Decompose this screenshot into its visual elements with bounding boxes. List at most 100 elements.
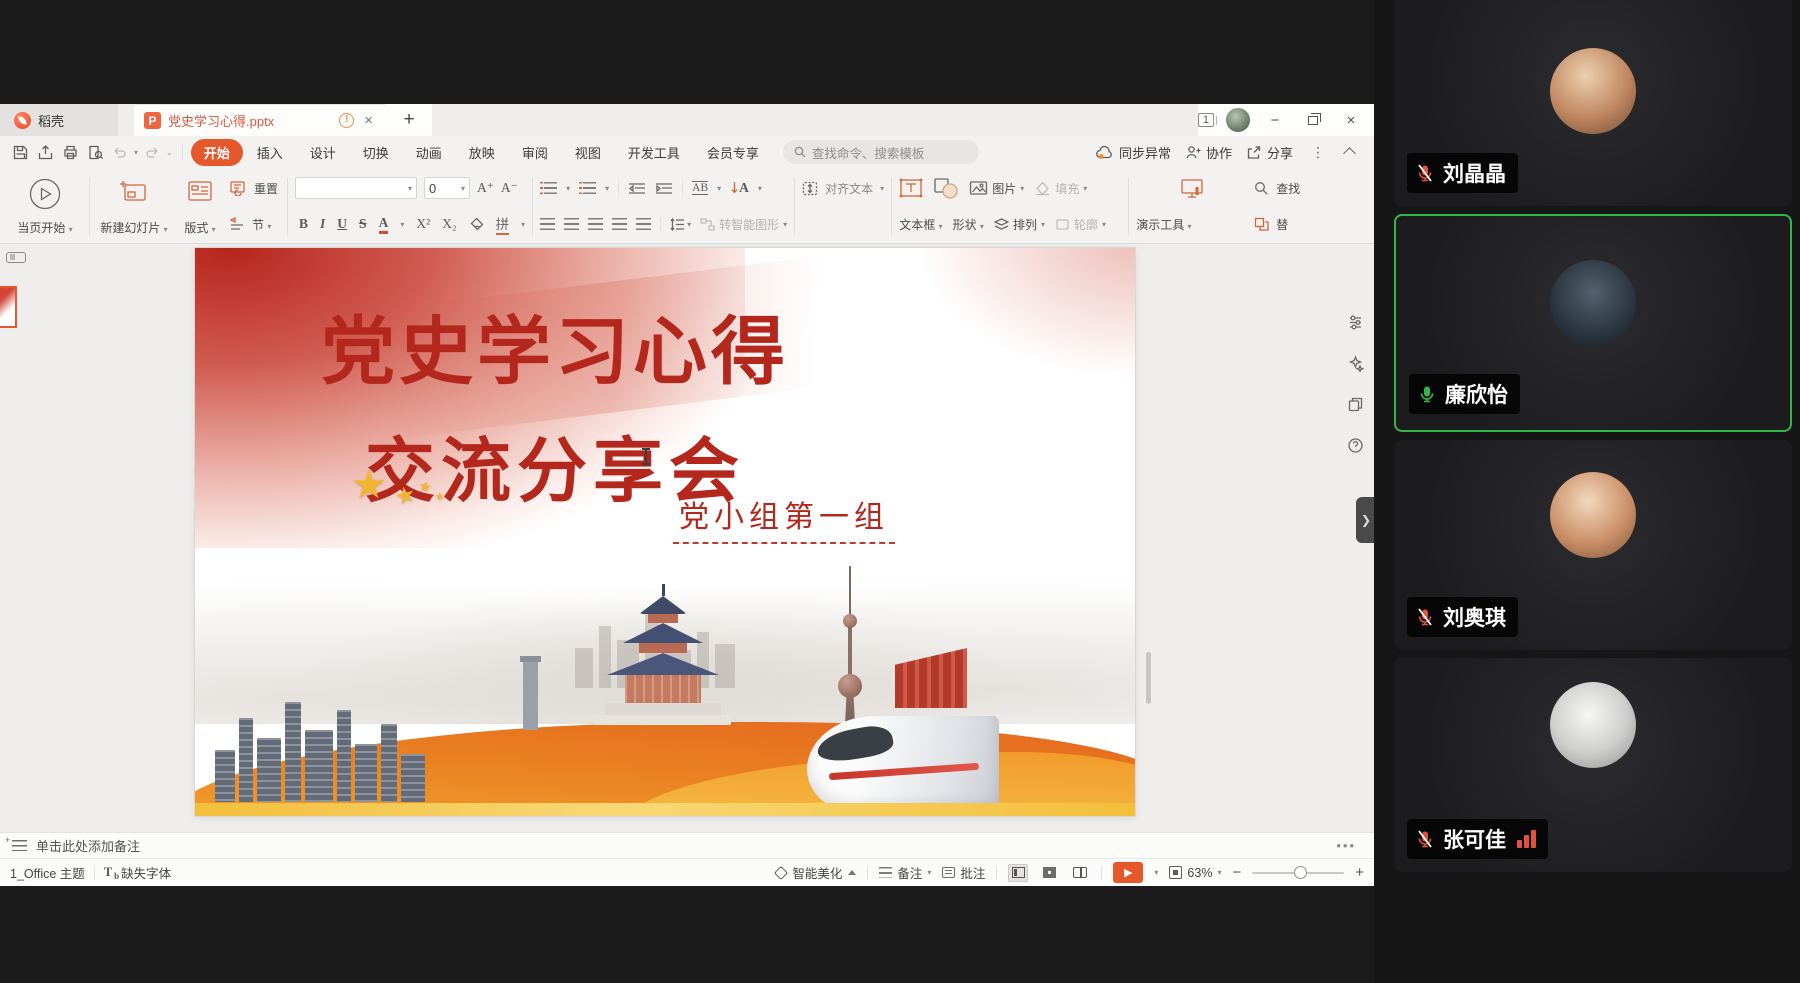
command-search-box[interactable]: 查找命令、搜索模板 [783,140,979,164]
strikethrough-button[interactable]: S [359,216,367,232]
font-size-combo[interactable]: 0 ▾ [424,177,470,199]
slideshow-play-button[interactable]: ▶ [1113,862,1143,883]
line-spacing-button[interactable]: ▾ [670,218,691,231]
new-slide-button[interactable]: 新建幻灯片 ▾ [95,173,173,241]
replace-button[interactable]: 替 [1254,212,1310,236]
restore-button[interactable] [1308,116,1318,125]
menu-tab-membership[interactable]: 会员专享 [694,139,772,166]
shapes-button[interactable]: 形状 ▾ [953,216,984,233]
superscript-button[interactable]: X² [416,216,430,232]
normal-view-button[interactable] [1008,864,1028,882]
increase-indent-icon[interactable] [655,182,673,195]
present-tools-big-icon[interactable] [1180,177,1206,200]
align-right-icon[interactable] [588,218,603,230]
numbered-list-icon[interactable] [579,182,596,194]
theme-name[interactable]: 1_Office 主题 [10,863,85,882]
window-count-badge[interactable]: 1 [1198,113,1214,127]
textbox-button[interactable]: 文本框 ▾ [899,216,942,233]
slide-panel-toggle[interactable] [6,252,26,263]
tab-close-icon[interactable]: × [361,112,376,129]
find-button[interactable]: 查找 [1254,176,1310,200]
slide-sorter-view-button[interactable] [1039,864,1059,882]
close-window-button[interactable]: × [1338,112,1364,129]
zoom-slider[interactable] [1252,872,1344,874]
menu-tab-transition[interactable]: 切换 [350,139,402,166]
reset-button[interactable]: 重置 [229,176,278,200]
bold-button[interactable]: B [299,216,308,232]
slideshow-play-caret[interactable]: ▾ [1154,868,1158,877]
shrink-font-button[interactable]: A⁻ [501,180,518,196]
italic-button[interactable]: I [320,216,325,232]
comments-button[interactable]: 批注 [942,863,985,882]
menu-tab-slideshow[interactable]: 放映 [456,139,508,166]
slide-title-textbox[interactable]: 党史学习心得 交流分享会 [225,292,885,516]
sidebar-collapse-handle[interactable]: ❯ [1356,497,1376,543]
zoom-slider-knob[interactable] [1294,866,1307,879]
decrease-indent-icon[interactable] [628,182,646,195]
beautify-wand-icon[interactable] [1347,355,1364,372]
slide-thumbnail-current[interactable] [0,286,17,328]
menu-tab-review[interactable]: 审阅 [509,139,561,166]
align-left-icon[interactable] [540,218,555,230]
menu-tab-design[interactable]: 设计 [297,139,349,166]
reading-view-button[interactable] [1070,864,1090,882]
notes-bar[interactable]: 单击此处添加备注 ••• [0,832,1374,858]
notes-more-icon[interactable]: ••• [1336,838,1362,853]
arrange-button[interactable]: 排列▾ [994,216,1045,233]
print-preview-icon[interactable] [83,141,107,163]
char-spacing-button[interactable]: AB [692,181,708,195]
participant-tile[interactable]: 刘奥琪 [1394,440,1792,650]
new-tab-button[interactable]: + [386,104,432,136]
textbox-big-icon[interactable] [899,177,923,199]
undo-icon[interactable] [108,141,132,163]
object-properties-icon[interactable] [1347,314,1364,331]
export-icon[interactable] [33,141,57,163]
slide-subtitle-textbox[interactable]: 党小组第一组 [673,492,895,544]
print-icon[interactable] [58,141,82,163]
present-tools-button[interactable]: 演示工具 ▾ [1136,216,1191,233]
help-icon[interactable] [1347,437,1364,454]
sync-warning-icon[interactable]: ! [339,113,354,128]
menu-tab-home[interactable]: 开始 [191,139,243,166]
subscript-button[interactable]: X₂ [442,216,456,232]
notes-button[interactable]: 备注 ▾ [879,863,931,882]
more-options-icon[interactable]: ⋮ [1307,144,1329,161]
justify-icon[interactable] [612,218,627,230]
to-smartart-button[interactable]: 转智能图形▾ [700,216,787,233]
zoom-out-button[interactable]: − [1232,864,1241,881]
picture-button[interactable]: 图片▾ [969,180,1024,197]
missing-font-label[interactable]: 缺失字体 [121,863,171,882]
bullet-list-icon[interactable] [540,182,557,194]
play-from-current-button[interactable]: 当页开始 ▾ [6,173,84,241]
participant-tile[interactable]: 刘晶晶 [1394,0,1792,206]
duplicate-pages-icon[interactable] [1347,396,1364,413]
menu-tab-animation[interactable]: 动画 [403,139,455,166]
customize-quickbar-icon[interactable]: ⌄ [166,148,173,157]
participant-tile-speaking[interactable]: 廉欣怡 [1394,214,1792,432]
font-color-button[interactable]: A [379,215,389,234]
collaborate-button[interactable]: 协作 [1185,143,1232,162]
undo-caret[interactable]: ▾ [134,148,138,157]
redo-icon[interactable] [140,141,164,163]
tab-file-active[interactable]: P 党史学习心得.pptx ! × [134,104,386,136]
save-icon[interactable] [8,141,32,163]
collapse-ribbon-icon[interactable] [1343,147,1356,160]
underline-button[interactable]: U [337,216,347,232]
menu-tab-insert[interactable]: 插入 [244,139,296,166]
layout-button[interactable]: 版式 ▾ [173,173,227,241]
text-direction-button[interactable]: A [730,180,749,196]
clear-format-icon[interactable] [469,217,484,231]
smart-beautify-button[interactable]: 智能美化 [776,863,856,882]
fit-zoom-control[interactable]: 63% ▾ [1169,866,1221,880]
font-name-combo[interactable]: ▾ [295,177,417,199]
vertical-scrollbar-thumb[interactable] [1146,652,1151,704]
pinyin-tool-button[interactable]: 拼 [496,213,510,235]
outline-button[interactable]: 轮廓▾ [1055,216,1106,233]
section-button[interactable]: 节 ▾ [229,212,278,236]
tab-docer[interactable]: 稻壳 [0,104,118,136]
share-button[interactable]: 分享 [1246,143,1293,162]
sync-status-button[interactable]: 同步异常 [1096,143,1171,162]
slide-canvas[interactable]: 党史学习心得 交流分享会 ★ ★ ★ ★ 党小组第一组 [195,248,1135,816]
shapes-icon[interactable] [933,177,959,199]
menu-tab-devtools[interactable]: 开发工具 [615,139,693,166]
